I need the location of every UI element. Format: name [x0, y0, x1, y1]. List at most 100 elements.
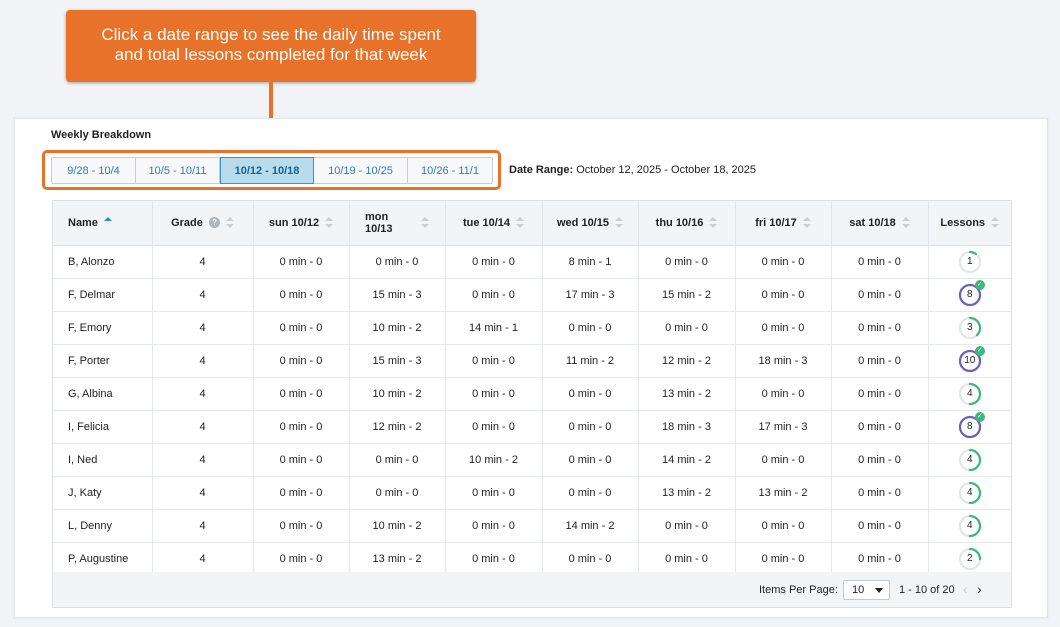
column-header-lessons[interactable]: Lessons — [928, 201, 1011, 246]
chevron-right-icon[interactable]: › — [977, 581, 982, 597]
lessons-cell: 4 — [928, 476, 1011, 510]
mon-cell: 12 min - 2 — [349, 410, 446, 444]
thu-cell: 18 min - 3 — [638, 410, 736, 444]
fri-cell: 0 min - 0 — [735, 377, 832, 411]
table-row: F, Porter 4 0 min - 0 15 min - 30 min - 0 11… — [53, 344, 1011, 378]
lessons-count: 1 — [966, 255, 973, 267]
section-title: Weekly Breakdown — [51, 129, 152, 141]
fri-cell: 0 min - 0 — [735, 278, 832, 312]
fri-cell: 0 min - 0 — [735, 245, 832, 279]
thu-cell: 14 min - 2 — [638, 443, 736, 477]
table-header-row: Name Grade? sun 10/12 mon 10/13 tue 10/1… — [53, 201, 1011, 246]
lessons-cell: 8 ✓ — [928, 278, 1011, 312]
mon-cell: 0 min - 0 — [349, 245, 446, 279]
sort-icon — [225, 216, 234, 229]
sort-icon — [516, 216, 525, 229]
checkmark-icon: ✓ — [974, 411, 985, 422]
lessons-cell: 4 — [928, 377, 1011, 411]
tue-cell: 14 min - 1 — [445, 311, 543, 345]
student-name-cell: F, Delmar — [53, 278, 153, 312]
table-row: L, Denny 4 0 min - 0 10 min - 20 min - 0 14 … — [53, 509, 1011, 543]
column-header-mon-label: mon 10/13 — [365, 210, 393, 235]
grade-cell: 4 — [152, 410, 254, 444]
tue-cell: 0 min - 0 — [445, 542, 543, 576]
column-header-wed[interactable]: wed 10/15 — [542, 201, 639, 246]
column-header-mon[interactable]: mon 10/13 — [349, 201, 446, 246]
lessons-count: 4 — [966, 453, 973, 465]
column-header-wed-label: wed 10/15 — [557, 216, 609, 229]
sun-cell: 0 min - 0 — [253, 410, 350, 444]
fri-cell: 13 min - 2 — [735, 476, 832, 510]
chevron-left-icon[interactable]: ‹ — [963, 581, 968, 597]
fri-cell: 0 min - 0 — [735, 443, 832, 477]
wed-cell: 14 min - 2 — [542, 509, 639, 543]
wed-cell: 17 min - 3 — [542, 278, 639, 312]
items-per-page-select[interactable]: 10 — [843, 580, 890, 600]
column-header-sun-label: sun 10/12 — [268, 216, 320, 229]
lesson-progress-ring: 2 — [958, 547, 982, 571]
pagination-footer: Items Per Page: 10 1 - 10 of 20 ‹ › — [53, 572, 1011, 607]
wed-cell: 0 min - 0 — [542, 410, 639, 444]
column-header-name-label: Name — [68, 216, 98, 229]
grade-cell: 4 — [152, 509, 254, 543]
table-body: B, Alonzo 4 0 min - 00 min - 00 min - 08 m… — [53, 245, 1011, 576]
breakdown-table-container: Name Grade? sun 10/12 mon 10/13 tue 10/1… — [52, 200, 1012, 608]
sort-ascending-icon — [103, 216, 112, 229]
table-row: P, Augustine 4 0 min - 0 13 min - 20 min - … — [53, 542, 1011, 576]
lessons-cell: 10 ✓ — [928, 344, 1011, 378]
sat-cell: 0 min - 0 — [831, 311, 929, 345]
column-header-thu[interactable]: thu 10/16 — [638, 201, 736, 246]
thu-cell: 15 min - 2 — [638, 278, 736, 312]
lesson-progress-ring: 4 — [958, 481, 982, 505]
tue-cell: 0 min - 0 — [445, 278, 543, 312]
sat-cell: 0 min - 0 — [831, 509, 929, 543]
column-header-sat[interactable]: sat 10/18 — [831, 201, 929, 246]
fri-cell: 18 min - 3 — [735, 344, 832, 378]
fri-cell: 0 min - 0 — [735, 509, 832, 543]
sort-icon — [991, 216, 1000, 229]
lesson-progress-ring: 8 ✓ — [958, 279, 985, 307]
lesson-progress-ring: 4 — [958, 382, 982, 406]
sat-cell: 0 min - 0 — [831, 278, 929, 312]
sat-cell: 0 min - 0 — [831, 443, 929, 477]
student-name-cell: I, Ned — [53, 443, 153, 477]
mon-cell: 10 min - 2 — [349, 311, 446, 345]
thu-cell: 0 min - 0 — [638, 245, 736, 279]
lessons-cell: 8 ✓ — [928, 410, 1011, 444]
tue-cell: 0 min - 0 — [445, 245, 543, 279]
mon-cell: 0 min - 0 — [349, 476, 446, 510]
column-header-grade[interactable]: Grade? — [152, 201, 254, 246]
lesson-progress-ring: 4 — [958, 514, 982, 538]
date-range-highlight-box — [42, 150, 501, 190]
thu-cell: 0 min - 0 — [638, 311, 736, 345]
mon-cell: 15 min - 3 — [349, 344, 446, 378]
sort-icon — [325, 216, 334, 229]
lesson-progress-ring: 1 — [958, 250, 982, 274]
sun-cell: 0 min - 0 — [253, 245, 350, 279]
help-icon[interactable]: ? — [208, 217, 220, 229]
sort-icon — [614, 216, 623, 229]
grade-cell: 4 — [152, 377, 254, 411]
column-header-grade-label: Grade — [171, 216, 203, 229]
fri-cell: 17 min - 3 — [735, 410, 832, 444]
sort-icon — [901, 216, 910, 229]
sun-cell: 0 min - 0 — [253, 377, 350, 411]
column-header-thu-label: thu 10/16 — [655, 216, 704, 229]
grade-cell: 4 — [152, 443, 254, 477]
lessons-cell: 2 — [928, 542, 1011, 576]
thu-cell: 0 min - 0 — [638, 509, 736, 543]
column-header-sun[interactable]: sun 10/12 — [253, 201, 350, 246]
lessons-cell: 4 — [928, 509, 1011, 543]
sun-cell: 0 min - 0 — [253, 509, 350, 543]
column-header-name[interactable]: Name — [53, 201, 153, 246]
mon-cell: 13 min - 2 — [349, 542, 446, 576]
items-per-page-label: Items Per Page: — [759, 584, 838, 596]
thu-cell: 13 min - 2 — [638, 476, 736, 510]
mon-cell: 0 min - 0 — [349, 443, 446, 477]
grade-cell: 4 — [152, 476, 254, 510]
column-header-fri[interactable]: fri 10/17 — [735, 201, 832, 246]
column-header-tue[interactable]: tue 10/14 — [445, 201, 543, 246]
lessons-cell: 4 — [928, 443, 1011, 477]
sat-cell: 0 min - 0 — [831, 476, 929, 510]
tue-cell: 0 min - 0 — [445, 410, 543, 444]
